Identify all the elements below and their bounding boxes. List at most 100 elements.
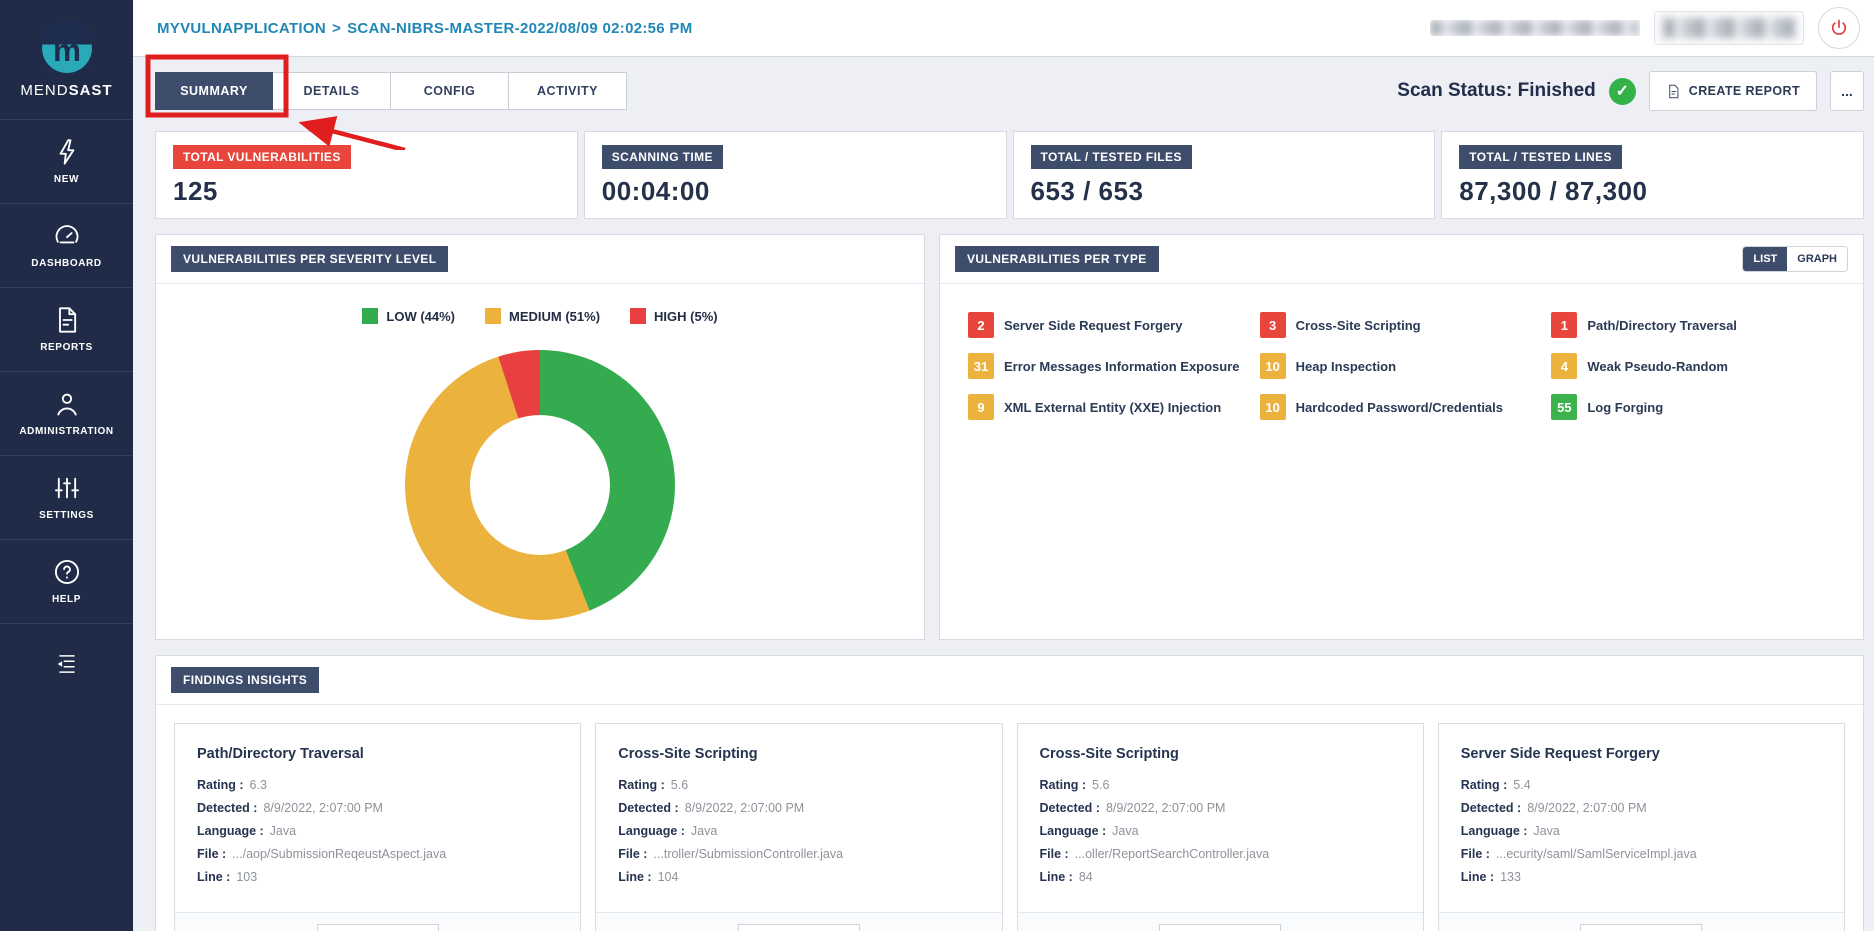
stat-value: 653 / 653 [1031, 176, 1418, 207]
sidebar-item-administration[interactable]: ADMINISTRATION [0, 371, 133, 455]
finding-view-button[interactable] [317, 924, 439, 931]
breadcrumb-app[interactable]: MYVULNAPPLICATION [157, 20, 326, 37]
type-item[interactable]: 3Cross-Site Scripting [1260, 312, 1544, 338]
type-item[interactable]: 4Weak Pseudo-Random [1551, 353, 1835, 379]
sliders-icon [53, 474, 81, 502]
severity-panel: VULNERABILITIES PER SEVERITY LEVEL LOW (… [155, 234, 925, 640]
sidebar-item-dashboard[interactable]: DASHBOARD [0, 203, 133, 287]
stat-badge: SCANNING TIME [602, 145, 723, 169]
finding-card: Cross-Site Scripting Rating :5.6 Detecte… [595, 723, 1002, 931]
type-item[interactable]: 9XML External Entity (XXE) Injection [968, 394, 1252, 420]
check-circle-icon: ✓ [1609, 78, 1636, 105]
finding-view-button[interactable] [1580, 924, 1702, 931]
stat-tested-files: TOTAL / TESTED FILES 653 / 653 [1013, 131, 1436, 219]
svg-text:m: m [52, 32, 80, 68]
user-icon [53, 390, 81, 418]
finding-card-footer [596, 912, 1001, 931]
lightning-icon [53, 138, 81, 166]
breadcrumb[interactable]: MYVULNAPPLICATION>SCAN-NIBRS-MASTER-2022… [157, 20, 693, 37]
collapse-menu-icon [54, 651, 80, 677]
finding-title: Path/Directory Traversal [197, 746, 558, 762]
legend-low: LOW (44%) [362, 308, 455, 324]
sidebar-item-label: ADMINISTRATION [19, 426, 113, 437]
finding-language: Language :Java [1461, 824, 1822, 838]
count-badge: 31 [968, 353, 994, 379]
finding-file: File :...troller/SubmissionController.ja… [618, 847, 979, 861]
legend-swatch-high [630, 308, 646, 324]
severity-panel-title: VULNERABILITIES PER SEVERITY LEVEL [171, 246, 448, 272]
top-bar: MYVULNAPPLICATION>SCAN-NIBRS-MASTER-2022… [133, 0, 1874, 57]
finding-rating: Rating :5.6 [1040, 778, 1401, 792]
sidebar-item-label: SETTINGS [39, 510, 94, 521]
sidebar-collapse-button[interactable] [0, 623, 133, 703]
redacted-username [1430, 20, 1640, 36]
finding-title: Cross-Site Scripting [1040, 746, 1401, 762]
tab-details[interactable]: DETAILS [273, 72, 391, 110]
finding-line: Line :104 [618, 870, 979, 884]
stat-value: 125 [173, 176, 560, 207]
finding-rating: Rating :6.3 [197, 778, 558, 792]
count-badge: 4 [1551, 353, 1577, 379]
finding-card: Server Side Request Forgery Rating :5.4 … [1438, 723, 1845, 931]
type-item[interactable]: 1Path/Directory Traversal [1551, 312, 1835, 338]
finding-line: Line :133 [1461, 870, 1822, 884]
finding-rating: Rating :5.6 [618, 778, 979, 792]
toggle-list[interactable]: LIST [1743, 247, 1787, 271]
report-document-icon [53, 306, 81, 334]
sidebar-item-label: DASHBOARD [31, 258, 101, 269]
stat-badge: TOTAL / TESTED FILES [1031, 145, 1192, 169]
finding-title: Server Side Request Forgery [1461, 746, 1822, 762]
type-item[interactable]: 10Hardcoded Password/Credentials [1260, 394, 1544, 420]
finding-file: File :...ecurity/saml/SamlServiceImpl.ja… [1461, 847, 1822, 861]
type-item[interactable]: 10Heap Inspection [1260, 353, 1544, 379]
toggle-graph[interactable]: GRAPH [1787, 247, 1847, 271]
finding-view-button[interactable] [738, 924, 860, 931]
sidebar-item-help[interactable]: HELP [0, 539, 133, 623]
sidebar-item-new[interactable]: NEW [0, 119, 133, 203]
finding-card: Cross-Site Scripting Rating :5.6 Detecte… [1017, 723, 1424, 931]
app-logo[interactable]: m MENDSAST [0, 0, 133, 119]
create-report-button[interactable]: CREATE REPORT [1649, 71, 1817, 111]
breadcrumb-scan[interactable]: SCAN-NIBRS-MASTER-2022/08/09 02:02:56 PM [347, 20, 692, 37]
tab-summary[interactable]: SUMMARY [155, 72, 273, 110]
finding-language: Language :Java [197, 824, 558, 838]
legend-swatch-medium [485, 308, 501, 324]
sidebar: m MENDSAST NEW DASHBOARD REPORTS ADMINIS… [0, 0, 133, 931]
sidebar-item-label: HELP [52, 594, 81, 605]
mend-m-logo-icon: m [39, 20, 95, 76]
type-list: 2Server Side Request Forgery 3Cross-Site… [940, 284, 1863, 448]
sidebar-item-label: NEW [54, 174, 79, 185]
stat-tested-lines: TOTAL / TESTED LINES 87,300 / 87,300 [1441, 131, 1864, 219]
more-actions-button[interactable]: ... [1830, 71, 1864, 111]
main-area: MYVULNAPPLICATION>SCAN-NIBRS-MASTER-2022… [133, 0, 1874, 931]
type-item[interactable]: 2Server Side Request Forgery [968, 312, 1252, 338]
stat-badge: TOTAL VULNERABILITIES [173, 145, 351, 169]
list-graph-toggle: LIST GRAPH [1742, 246, 1848, 272]
redacted-account-button[interactable] [1654, 11, 1804, 45]
stat-badge: TOTAL / TESTED LINES [1459, 145, 1622, 169]
stat-total-vulnerabilities: TOTAL VULNERABILITIES 125 [155, 131, 578, 219]
legend-swatch-low [362, 308, 378, 324]
count-badge: 1 [1551, 312, 1577, 338]
sidebar-item-settings[interactable]: SETTINGS [0, 455, 133, 539]
finding-card-footer [1439, 912, 1844, 931]
sidebar-item-reports[interactable]: REPORTS [0, 287, 133, 371]
stat-scanning-time: SCANNING TIME 00:04:00 [584, 131, 1007, 219]
report-document-icon [1666, 84, 1681, 99]
count-badge: 2 [968, 312, 994, 338]
finding-title: Cross-Site Scripting [618, 746, 979, 762]
finding-detected: Detected :8/9/2022, 2:07:00 PM [618, 801, 979, 815]
finding-detected: Detected :8/9/2022, 2:07:00 PM [1040, 801, 1401, 815]
count-badge: 3 [1260, 312, 1286, 338]
logout-button[interactable] [1818, 7, 1860, 49]
tab-activity[interactable]: ACTIVITY [509, 72, 627, 110]
type-item[interactable]: 55Log Forging [1551, 394, 1835, 420]
tab-config[interactable]: CONFIG [391, 72, 509, 110]
type-item[interactable]: 31Error Messages Information Exposure [968, 353, 1252, 379]
stat-value: 87,300 / 87,300 [1459, 176, 1846, 207]
severity-legend: LOW (44%) MEDIUM (51%) HIGH (5%) [156, 308, 924, 324]
finding-card-footer [175, 912, 580, 931]
finding-view-button[interactable] [1159, 924, 1281, 931]
finding-rating: Rating :5.4 [1461, 778, 1822, 792]
stat-value: 00:04:00 [602, 176, 989, 207]
